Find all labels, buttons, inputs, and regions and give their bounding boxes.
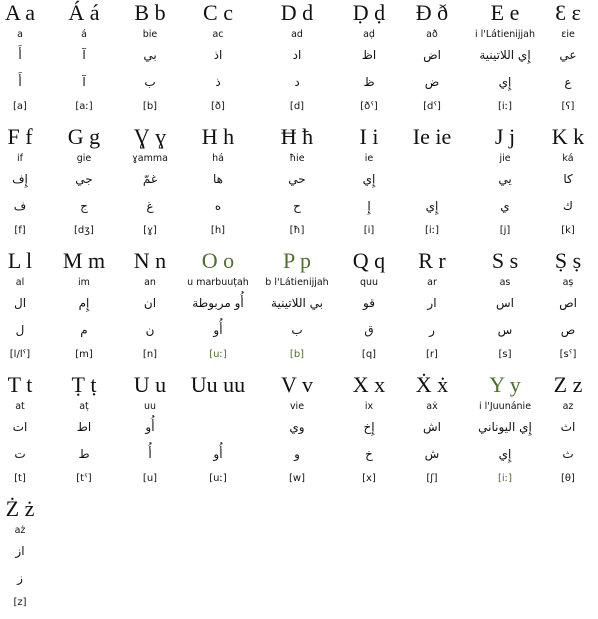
latin-letter: Ż ż: [5, 496, 35, 521]
arabic-name: اث: [560, 420, 576, 434]
letter-cell: Ɛ ɛ ɛie عي ع [ʕ]: [528, 0, 598, 123]
alphabet-row: L l al ال ل [l/lˤ] M m im إِم م [m] N n an ان ن [n] O o…: [0, 248, 598, 371]
arabic-letter: ص: [560, 323, 576, 337]
letter-cell: Z z az اث ث [θ]: [528, 372, 598, 495]
letter-name: aṣ: [562, 277, 574, 288]
ipa-transcription: [ʕ]: [561, 101, 575, 112]
letter-name: aż: [14, 525, 26, 536]
arabic-name: عي: [559, 48, 577, 62]
letter-cell: Ṣ ṣ aṣ اص ص [sˤ]: [528, 248, 598, 371]
latin-letter: K k: [551, 124, 585, 149]
letter-name: ká: [562, 153, 574, 164]
arabic-letter: ز: [17, 571, 23, 585]
latin-letter: Ɛ ɛ: [555, 0, 581, 25]
alphabet-row: T t at ات ت [t] Ṭ ṭ aṭ اط ط [tˤ] U u uu أُو أُ [u] Uu u…: [0, 372, 598, 495]
letter-name: az: [562, 401, 574, 412]
alphabet-row: Ż ż aż از ز [z]: [0, 496, 598, 619]
arabic-letter: ك: [563, 199, 573, 213]
ipa-transcription: [θ]: [561, 473, 575, 484]
latin-letter: Z z: [553, 372, 583, 397]
ipa-transcription: [sˤ]: [559, 349, 577, 360]
arabic-name: اص: [559, 296, 577, 310]
ipa-transcription: [z]: [13, 597, 27, 608]
alphabet-row: A a a أَ أَ [a] Á á á آ آ [aː] B b bie بي ب [b] C c ac اذ…: [0, 0, 598, 123]
letter-cell: K k ká كا ك [k]: [528, 124, 598, 247]
latin-letter: Ṣ ṣ: [554, 248, 582, 273]
ipa-transcription: [k]: [561, 225, 575, 236]
letter-name: ɛie: [561, 29, 575, 40]
alphabet-row: F f if إِف ف [f] G g gie جي ج [dʒ] Ɣ ɣ ɣamma غمّ غ [ɣ]…: [0, 124, 598, 247]
arabic-name: كا: [563, 172, 573, 186]
arabic-letter: ع: [564, 75, 572, 89]
arabic-letter: ث: [562, 447, 574, 461]
arabic-name: از: [15, 544, 25, 558]
letter-cell: Ż ż aż از ز [z]: [0, 496, 60, 619]
